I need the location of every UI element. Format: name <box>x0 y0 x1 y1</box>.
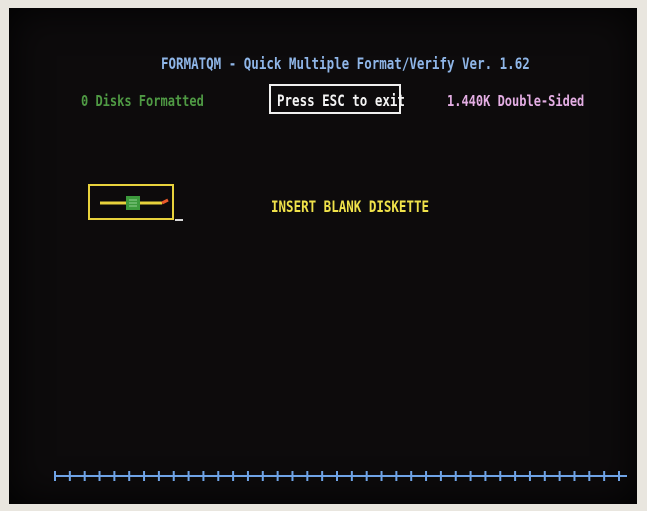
drive-led-icon <box>161 198 169 205</box>
monitor-screen: FORMATQM - Quick Multiple Format/Verify … <box>9 8 637 504</box>
insert-diskette-message: INSERT BLANK DISKETTE <box>271 197 430 216</box>
format-type-label: 1.440K Double-Sided <box>447 92 585 110</box>
app-title: FORMATQM - Quick Multiple Format/Verify … <box>161 54 530 73</box>
text-cursor <box>175 219 183 221</box>
disks-formatted-counter: 0 Disks Formatted <box>81 92 204 110</box>
exit-button-label: Press ESC to exit <box>277 91 405 110</box>
floppy-drive-icon <box>88 184 174 220</box>
format-progress-track <box>53 468 629 484</box>
